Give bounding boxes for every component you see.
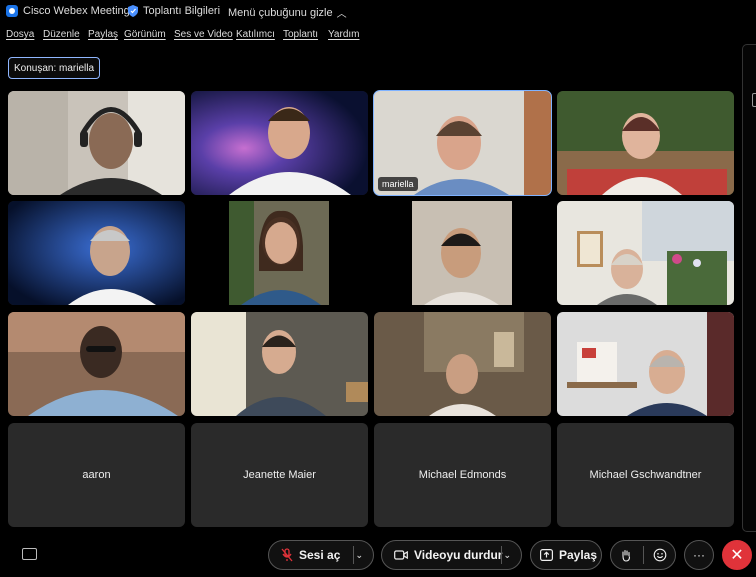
- participant-tile[interactable]: [557, 312, 734, 416]
- hide-menu-label: Menü çubuğunu gizle: [228, 6, 333, 19]
- participant-name: Michael Gschwandtner: [589, 469, 702, 481]
- app-name: Cisco Webex Meetings: [23, 5, 136, 17]
- menu-dosya[interactable]: Dosya: [6, 29, 34, 40]
- participant-video: [8, 201, 185, 305]
- raise-hand-icon: [622, 549, 631, 562]
- participant-video: [374, 312, 551, 416]
- participant-tile[interactable]: [557, 201, 734, 305]
- participant-tile[interactable]: [8, 91, 185, 195]
- participant-name: Michael Edmonds: [418, 469, 507, 481]
- panel-toggle-icon: [752, 93, 756, 107]
- participant-video: [374, 201, 551, 305]
- smiley-icon: [653, 548, 667, 562]
- reactions-group: [610, 540, 676, 570]
- menu-katilimci[interactable]: Katılımcı: [236, 29, 275, 40]
- video-grid: mariella aaron Jeanette Maier Michael Ed…: [8, 90, 734, 529]
- divider: [501, 546, 502, 564]
- participant-video: [191, 312, 368, 416]
- unmute-button[interactable]: Sesi aç ⌄: [268, 540, 374, 570]
- captions-icon[interactable]: [22, 548, 37, 560]
- reactions-button[interactable]: [645, 540, 675, 570]
- participant-video: [557, 201, 734, 305]
- participant-tile[interactable]: [8, 201, 185, 305]
- participant-name: aaron: [82, 469, 111, 481]
- menu-yardim[interactable]: Yardım: [328, 29, 360, 40]
- close-icon: ✕: [730, 547, 744, 564]
- participant-tile-no-video[interactable]: aaron: [8, 423, 185, 527]
- meeting-info-label: Toplantı Bilgileri: [143, 5, 221, 17]
- participant-video: [8, 312, 185, 416]
- share-label: Paylaş: [559, 548, 598, 562]
- menu-bar: Dosya Düzenle Paylaş Görünüm Ses ve Vide…: [0, 24, 756, 46]
- end-meeting-button[interactable]: ✕: [722, 540, 752, 570]
- side-panel-strip[interactable]: [742, 44, 756, 532]
- shield-icon: [128, 5, 138, 17]
- participant-tile-no-video[interactable]: Michael Gschwandtner: [557, 423, 734, 527]
- divider: [643, 546, 644, 564]
- participant-tile-no-video[interactable]: Jeanette Maier: [191, 423, 368, 527]
- app-title: Cisco Webex Meetings: [6, 5, 135, 17]
- unmute-label: Sesi aç: [299, 548, 341, 562]
- stop-video-button[interactable]: Videoyu durdur ⌄: [381, 540, 522, 570]
- meeting-toolbar: Sesi aç ⌄ Videoyu durdur ⌄ Paylaş ··· ✕: [0, 538, 756, 577]
- microphone-muted-icon: [281, 548, 293, 562]
- hide-menu-button[interactable]: Menü çubuğunu gizle ︿: [228, 5, 347, 21]
- participant-video: [557, 91, 734, 195]
- more-options-button[interactable]: ···: [684, 540, 714, 570]
- participant-name-chip: mariella: [378, 177, 418, 191]
- active-speaker-label: Konuşan: mariella: [8, 57, 101, 79]
- participant-tile[interactable]: [374, 201, 551, 305]
- active-speaker-text: Konuşan: mariella: [14, 62, 95, 74]
- participant-tile[interactable]: [8, 312, 185, 416]
- participant-video: [191, 201, 368, 305]
- participant-tile[interactable]: [557, 91, 734, 195]
- meeting-info-button[interactable]: Toplantı Bilgileri: [128, 5, 220, 17]
- participant-tile[interactable]: [374, 312, 551, 416]
- participant-tile[interactable]: [191, 312, 368, 416]
- stop-video-label: Videoyu durdur: [414, 548, 503, 562]
- chevron-down-icon[interactable]: ⌄: [355, 550, 363, 561]
- participant-tile-active[interactable]: mariella: [373, 90, 552, 196]
- participant-video: [557, 312, 734, 416]
- participant-video: [191, 91, 368, 195]
- chevron-up-icon: ︿: [336, 9, 347, 20]
- menu-ses-ve-video[interactable]: Ses ve Video: [174, 29, 233, 40]
- share-screen-icon: [540, 549, 553, 561]
- participant-name: Jeanette Maier: [243, 469, 316, 481]
- menu-gorunum[interactable]: Görünüm: [124, 29, 166, 40]
- share-button[interactable]: Paylaş: [530, 540, 602, 570]
- menu-duzenle[interactable]: Düzenle: [43, 29, 80, 40]
- title-bar: Cisco Webex Meetings Toplantı Bilgileri …: [0, 0, 756, 24]
- video-camera-icon: [394, 550, 408, 560]
- participant-video: [8, 91, 185, 195]
- webex-logo-icon: [6, 5, 18, 17]
- chevron-down-icon[interactable]: ⌄: [503, 550, 511, 561]
- more-options-icon: ···: [693, 548, 705, 562]
- participant-tile-no-video[interactable]: Michael Edmonds: [374, 423, 551, 527]
- menu-toplanti[interactable]: Toplantı: [283, 29, 318, 40]
- raise-hand-button[interactable]: [611, 540, 641, 570]
- participant-tile[interactable]: [191, 201, 368, 305]
- divider: [353, 546, 354, 564]
- menu-paylas[interactable]: Paylaş: [88, 29, 118, 40]
- participant-tile[interactable]: [191, 91, 368, 195]
